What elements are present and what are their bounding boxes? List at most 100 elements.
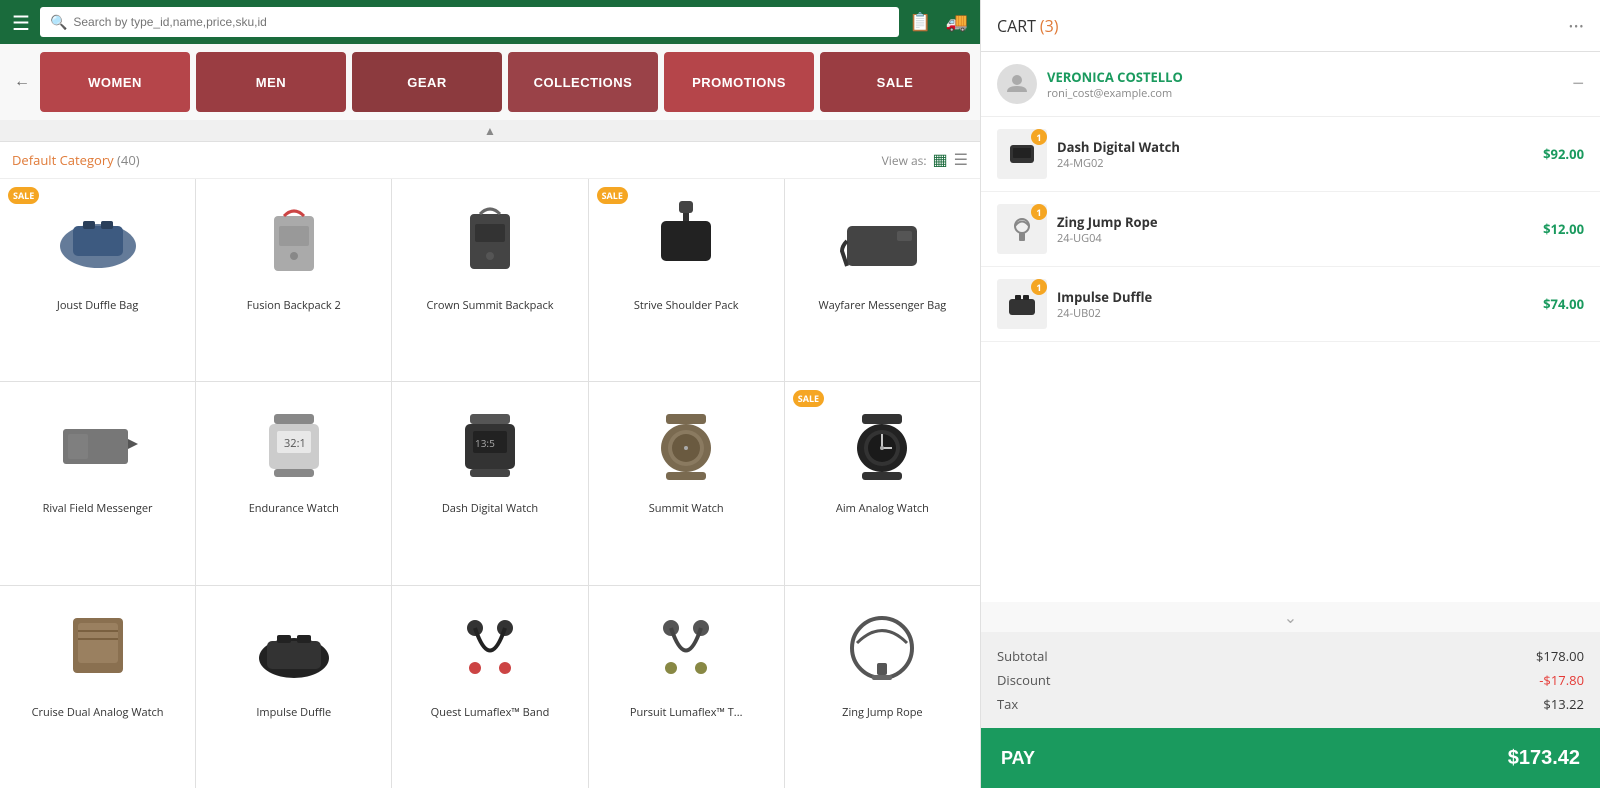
avatar [997,64,1037,104]
product-card[interactable]: Crown Summit Backpack [392,179,587,381]
product-name: Summit Watch [649,502,724,516]
scroll-indicator[interactable]: ⌄ [981,602,1600,632]
back-button[interactable]: ← [10,69,34,95]
product-name: Aim Analog Watch [836,502,929,516]
pay-label: PAY [1001,748,1035,769]
nav-sale[interactable]: SALE [820,52,970,112]
left-panel: ☰ 🔍 📋 🚚 ← WOMEN MEN GEAR COLLECTIONS PRO… [0,0,980,788]
truck-icon[interactable]: 🚚 [946,10,968,34]
nav-women[interactable]: WOMEN [40,52,190,112]
item-name: Zing Jump Rope [1057,213,1533,231]
cart-item[interactable]: 1 Zing Jump Rope 24-UG04 $12.00 [981,192,1600,267]
menu-icon[interactable]: ☰ [12,9,30,36]
product-image [440,191,540,291]
customer-name: VERONICA COSTELLO [1047,68,1562,86]
product-card[interactable]: Wayfarer Messenger Bag [785,179,980,381]
product-card[interactable]: Impulse Duffle [196,586,391,788]
top-bar: ☰ 🔍 📋 🚚 [0,0,980,44]
svg-text:13:5: 13:5 [475,436,495,450]
product-name: Cruise Dual Analog Watch [32,706,164,720]
nav-collections[interactable]: COLLECTIONS [508,52,658,112]
product-card[interactable]: SALE Joust Duffle Bag [0,179,195,381]
cart-item[interactable]: 1 Dash Digital Watch 24-MG02 $92.00 [981,117,1600,192]
product-image [440,598,540,698]
grid-view-button[interactable]: ▦ [933,150,948,170]
product-card[interactable]: Quest Lumaflex™ Band [392,586,587,788]
product-image: 13:5 [440,394,540,494]
sale-badge: SALE [8,187,39,204]
view-as-label: View as: [882,152,927,169]
cart-count: (3) [1040,15,1059,37]
product-image [832,598,932,698]
product-card[interactable]: Pursuit Lumaflex™ T... [589,586,784,788]
product-name: Zing Jump Rope [842,706,922,720]
nav-promotions[interactable]: PROMOTIONS [664,52,814,112]
item-qty-badge: 1 [1031,279,1047,295]
product-card[interactable]: Rival Field Messenger [0,382,195,584]
product-card[interactable]: Cruise Dual Analog Watch [0,586,195,788]
item-details: Zing Jump Rope 24-UG04 [1057,213,1533,246]
tax-row: Tax $13.22 [997,692,1584,716]
product-image [636,394,736,494]
discount-row: Discount -$17.80 [997,668,1584,692]
item-thumbnail: 1 [997,204,1047,254]
cart-title: CART [997,15,1036,37]
product-name: Dash Digital Watch [442,502,538,516]
search-input[interactable] [73,15,889,29]
list-view-button[interactable]: ☰ [954,150,968,170]
collapse-icon: ▲ [484,122,496,139]
item-sku: 24-UB02 [1057,306,1533,321]
nav-men[interactable]: MEN [196,52,346,112]
search-icon: 🔍 [50,13,67,32]
item-qty-badge: 1 [1031,204,1047,220]
product-name: Strive Shoulder Pack [634,299,739,313]
pay-button[interactable]: PAY $173.42 [981,728,1600,788]
remove-customer-button[interactable]: − [1572,73,1584,96]
product-name: Pursuit Lumaflex™ T... [630,706,743,720]
product-name: Crown Summit Backpack [426,299,553,313]
subtotal-value: $178.00 [1536,647,1584,665]
product-name: Endurance Watch [249,502,339,516]
cart-item[interactable]: 1 Impulse Duffle 24-UB02 $74.00 [981,267,1600,342]
customer-info: VERONICA COSTELLO roni_cost@example.com [1047,68,1562,101]
nav-gear[interactable]: GEAR [352,52,502,112]
item-details: Impulse Duffle 24-UB02 [1057,288,1533,321]
item-qty-badge: 1 [1031,129,1047,145]
product-name: Quest Lumaflex™ Band [431,706,550,720]
tax-value: $13.22 [1543,695,1584,713]
product-name: Fusion Backpack 2 [247,299,341,313]
subtotal-row: Subtotal $178.00 [997,644,1584,668]
category-title: Default Category (40) [12,151,140,169]
product-name: Joust Duffle Bag [57,299,138,313]
product-name: Wayfarer Messenger Bag [818,299,946,313]
product-card[interactable]: Fusion Backpack 2 [196,179,391,381]
product-card[interactable]: 13:5 Dash Digital Watch [392,382,587,584]
item-sku: 24-UG04 [1057,231,1533,246]
search-box: 🔍 [40,7,899,37]
category-header: Default Category (40) View as: ▦ ☰ [0,142,980,179]
product-card[interactable]: SALE Aim Analog Watch [785,382,980,584]
product-image [244,191,344,291]
product-card[interactable]: Zing Jump Rope [785,586,980,788]
product-image [636,598,736,698]
right-panel: CART (3) ··· VERONICA COSTELLO roni_cost… [980,0,1600,788]
product-image [636,191,736,291]
item-price: $92.00 [1543,145,1584,163]
cart-options-icon[interactable]: ··· [1568,12,1584,39]
item-name: Dash Digital Watch [1057,138,1533,156]
collapse-bar[interactable]: ▲ [0,120,980,142]
product-card[interactable]: SALE Strive Shoulder Pack [589,179,784,381]
item-details: Dash Digital Watch 24-MG02 [1057,138,1533,171]
view-as: View as: ▦ ☰ [882,150,968,170]
customer-section: VERONICA COSTELLO roni_cost@example.com … [981,52,1600,117]
product-image [48,191,148,291]
sale-badge: SALE [793,390,824,407]
product-card[interactable]: 32:1 Endurance Watch [196,382,391,584]
product-image [244,598,344,698]
item-thumbnail: 1 [997,129,1047,179]
notepad-icon[interactable]: 📋 [909,10,931,34]
product-card[interactable]: Summit Watch [589,382,784,584]
item-price: $74.00 [1543,295,1584,313]
product-image [48,598,148,698]
product-image: 32:1 [244,394,344,494]
